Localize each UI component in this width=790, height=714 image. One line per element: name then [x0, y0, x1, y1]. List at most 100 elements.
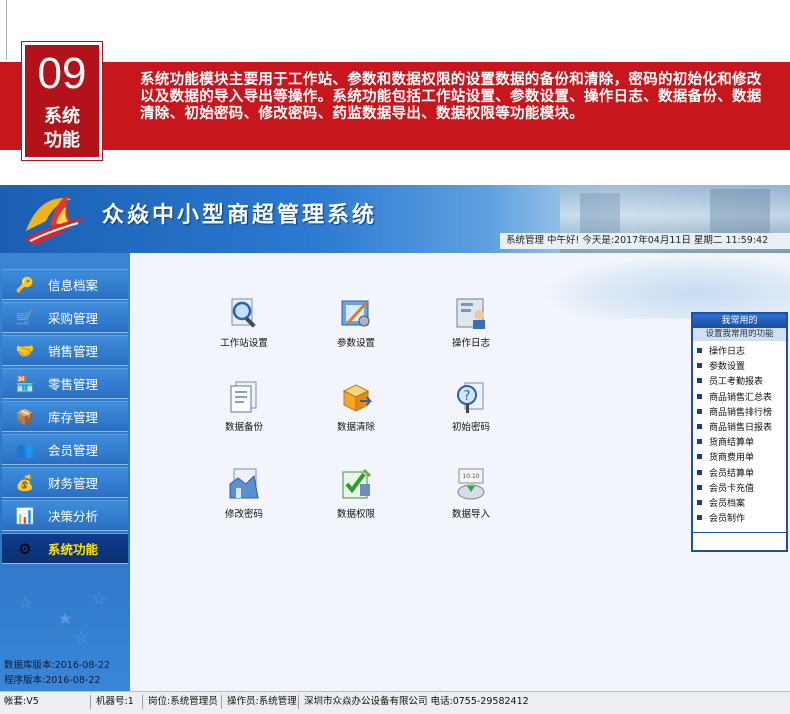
bullet-icon [697, 408, 702, 414]
section-label: 系统 功能 [25, 105, 99, 153]
greeting-datetime: 系统管理 中午好! 今天是:2017年04月11日 星期二 11:59:42 [500, 233, 790, 249]
decorative-swoosh [540, 255, 790, 319]
app-version: 程序版本:2016-08-22 [4, 675, 101, 686]
box-clear-icon [342, 384, 372, 412]
app-header: 众焱中小型商超管理系统 系统管理 中午好! 今天是:2017年04月11日 星期… [0, 185, 790, 253]
sidebar-item-label: 零售管理 [48, 377, 99, 392]
bullet-icon [697, 469, 702, 475]
favorites-settings-link[interactable]: 设置我常用的功能 [693, 328, 786, 341]
app-window: 众焱中小型商超管理系统 系统管理 中午好! 今天是:2017年04月11日 星期… [0, 185, 790, 714]
sidebar-item-label: 库存管理 [48, 410, 99, 425]
favorite-item[interactable]: 货商结算单 [697, 436, 772, 451]
favorite-item[interactable]: 会员结算单 [697, 467, 772, 482]
cart-icon: 🛒 [15, 309, 35, 327]
function-data-import[interactable]: 10.10 数据导入 [426, 466, 516, 520]
sidebar: 🔑 信息档案 🛒 采购管理 🤝 销售管理 🏪 零售管理 📦 库存管理 👥 会员管… [0, 253, 130, 691]
feature-banner: 09 系统 功能 系统功能模块主要用于工作站、参数和数据权限的设置数据的备份和清… [0, 0, 790, 168]
sidebar-item-finance[interactable]: 💰 财务管理 [2, 467, 128, 498]
favorite-item[interactable]: 商品销售日报表 [697, 421, 772, 436]
db-version: 数据库版本:2016-08-22 [4, 660, 110, 671]
sidebar-item-label: 采购管理 [48, 311, 99, 326]
status-operator: 操作员:系统管理 [227, 696, 297, 707]
sidebar-item-label: 会员管理 [48, 443, 99, 458]
favorites-panel: 我常用的 设置我常用的功能 操作日志 参数设置 员工考勤报表 商品销售汇总表 商… [691, 312, 788, 552]
divider [298, 695, 299, 709]
sidebar-item-retail[interactable]: 🏪 零售管理 [2, 368, 128, 399]
function-data-permission[interactable]: 数据权限 [311, 466, 401, 520]
key-search-icon: 🔑 [15, 276, 35, 294]
bullet-icon [697, 423, 702, 429]
moneybag-icon: 💰 [15, 474, 35, 492]
main-panel: 工作站设置 参数设置 操作日志 数据备份 数据清除 ? 初始密码 修改密码 数据… [130, 253, 790, 691]
favorite-item[interactable]: 操作日志 [697, 345, 772, 360]
sidebar-item-sales[interactable]: 🤝 销售管理 [2, 335, 128, 366]
function-parameter-settings[interactable]: 参数设置 [311, 295, 401, 349]
function-operation-log[interactable]: 操作日志 [426, 295, 516, 349]
favorite-item[interactable]: 会员卡充值 [697, 482, 772, 497]
favorite-item[interactable]: 商品销售汇总表 [697, 391, 772, 406]
favorites-header: 我常用的 [693, 314, 786, 328]
function-label: 数据导入 [451, 509, 490, 520]
function-label: 数据权限 [336, 509, 375, 520]
favorites-footer [693, 532, 786, 550]
svg-text:10.10: 10.10 [462, 473, 479, 480]
members-icon: 👥 [15, 441, 35, 459]
function-data-backup[interactable]: 数据备份 [199, 379, 289, 433]
settings-tools-icon [341, 300, 370, 327]
section-description: 系统功能模块主要用于工作站、参数和数据权限的设置数据的备份和清除，密码的初始化和… [140, 72, 762, 122]
sidebar-item-analysis[interactable]: 📊 决策分析 [2, 500, 128, 531]
app-title: 众焱中小型商超管理系统 [102, 203, 378, 228]
magnifier-icon [231, 298, 256, 328]
favorite-item[interactable]: 会员制作 [697, 512, 772, 527]
warehouse-icon: 📦 [15, 408, 35, 426]
import-icon: 10.10 [457, 468, 485, 500]
divider [6, 0, 7, 60]
sidebar-item-label: 系统功能 [48, 542, 99, 557]
status-bar: 帐套:V5 机器号:1 岗位:系统管理员 操作员:系统管理 深圳市众焱办公设备有… [0, 691, 790, 714]
divider [221, 695, 222, 709]
function-label: 工作站设置 [220, 338, 268, 349]
sidebar-item-purchase[interactable]: 🛒 采购管理 [2, 302, 128, 333]
sidebar-item-info-archive[interactable]: 🔑 信息档案 [2, 269, 128, 300]
checklist-icon [342, 468, 372, 499]
sidebar-item-system[interactable]: ⚙ 系统功能 [2, 533, 128, 564]
favorite-item[interactable]: 参数设置 [697, 360, 772, 375]
svg-text:?: ? [464, 389, 471, 404]
bullet-icon [697, 439, 702, 445]
function-label: 数据清除 [336, 422, 375, 433]
bullet-icon [697, 393, 702, 399]
question-key-icon: ? [457, 382, 484, 413]
function-label: 参数设置 [336, 338, 375, 349]
chart-icon: 📊 [15, 507, 35, 525]
sidebar-item-members[interactable]: 👥 会员管理 [2, 434, 128, 465]
function-initial-password[interactable]: ? 初始密码 [426, 379, 516, 433]
chart-key-icon [229, 468, 259, 499]
bullet-icon [697, 515, 702, 521]
favorite-item[interactable]: 商品销售排行榜 [697, 406, 772, 421]
sidebar-item-inventory[interactable]: 📦 库存管理 [2, 401, 128, 432]
sidebar-item-label: 销售管理 [48, 344, 99, 359]
section-label-line2: 功能 [44, 130, 80, 151]
sidebar-item-label: 决策分析 [48, 509, 99, 524]
bullet-icon [697, 378, 702, 384]
gear-icon: ⚙ [18, 540, 32, 558]
favorites-list: 操作日志 参数设置 员工考勤报表 商品销售汇总表 商品销售排行榜 商品销售日报表… [697, 345, 772, 527]
bullet-icon [697, 484, 702, 490]
register-icon: 🏪 [15, 375, 35, 393]
function-workstation-settings[interactable]: 工作站设置 [199, 295, 289, 349]
bullet-icon [697, 499, 702, 505]
sidebar-item-label: 信息档案 [48, 278, 99, 293]
bullet-icon [697, 454, 702, 460]
function-data-clear[interactable]: 数据清除 [311, 379, 401, 433]
favorite-item[interactable]: 员工考勤报表 [697, 375, 772, 390]
section-badge: 09 系统 功能 [21, 41, 103, 161]
favorite-item[interactable]: 会员档案 [697, 497, 772, 512]
decorative-stars: ☆ ★ ☆ ☆ [18, 589, 107, 646]
function-change-password[interactable]: 修改密码 [199, 466, 289, 520]
function-label: 初始密码 [451, 422, 490, 433]
status-position: 岗位:系统管理员 [148, 696, 218, 707]
favorite-item[interactable]: 货商费用单 [697, 451, 772, 466]
sidebar-item-label: 财务管理 [48, 476, 99, 491]
section-number: 09 [37, 49, 87, 98]
section-label-line1: 系统 [44, 106, 80, 127]
